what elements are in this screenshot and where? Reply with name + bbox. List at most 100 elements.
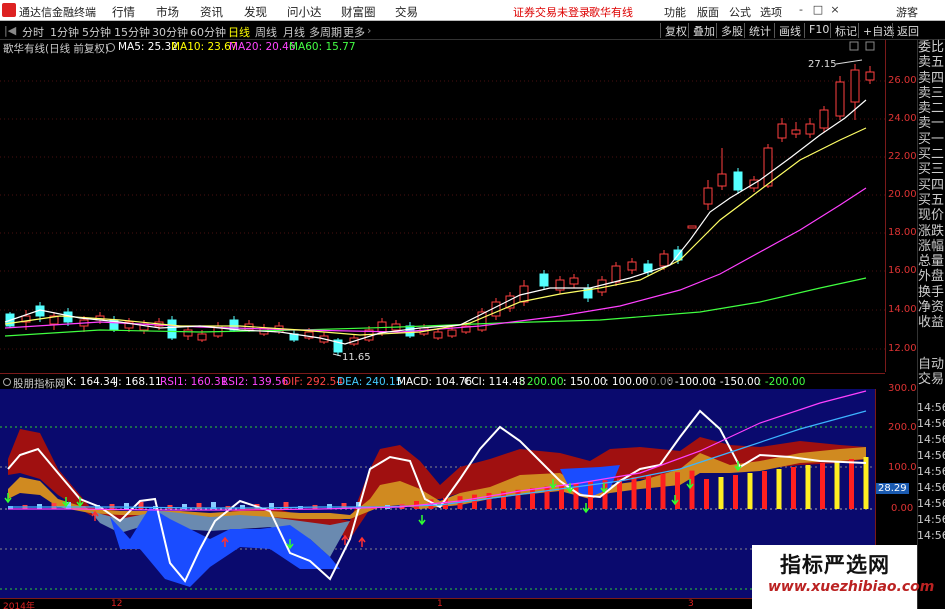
side-item-buy4[interactable]: 买四 [918,178,945,193]
side-item-sell3[interactable]: 卖三 [918,86,945,101]
date-label: 2014年 [3,602,35,609]
candle-body [627,261,637,271]
side-item-auto[interactable]: 自动 [918,357,945,372]
tab-daily[interactable]: 日线 [228,24,250,40]
adjust-button[interactable]: 复权 [660,23,691,38]
tab-60min[interactable]: 60分钟 [190,24,226,40]
overlay-button[interactable]: 叠加 [688,23,719,38]
side-item-price[interactable]: 现价 [918,208,945,223]
tab-more[interactable]: 更多 [343,24,365,40]
chevron-right-icon[interactable]: › [367,24,371,37]
menu-markets[interactable]: 市场 [156,4,179,20]
side-item-commission-ratio[interactable]: 委比 [918,40,945,55]
tab-5min[interactable]: 5分钟 [82,24,111,40]
tab-1min[interactable]: 1分钟 [50,24,79,40]
minimize-icon[interactable]: - [795,3,807,16]
user-guest[interactable]: 游客 [896,4,918,20]
multi-stock-button[interactable]: 多股 [716,23,747,38]
side-item-turnover[interactable]: 换手 [918,285,945,300]
time-stamp: 14:56 [917,401,945,414]
mark-button[interactable]: 标记 [830,23,861,38]
candle-body [819,109,829,129]
settings-circle-icon[interactable] [3,378,11,386]
candle-body [733,171,743,191]
macd-bar [776,469,782,509]
ind-label-neg150: : -150.00 [713,376,761,388]
side-item-net-assets[interactable]: 净资 [918,300,945,315]
tab-intraday[interactable]: 分时 [22,24,44,40]
macd-bar [530,488,535,509]
time-stamp: 14:56 [917,433,945,446]
price-tick: 22.00 [888,151,917,162]
side-item-buy1[interactable]: 买一 [918,132,945,147]
ma20-label: MA20: 20.46 [229,41,296,53]
macd-bar [733,475,738,509]
menu-news[interactable]: 资讯 [200,4,223,20]
macd-bar [124,503,129,509]
menu-options[interactable]: 选项 [760,4,782,20]
time-column: 14:56 14:56 14:56 14:56 14:56 14:56 14:5… [917,400,945,600]
indicator-chart[interactable] [0,389,875,598]
tab-multi-period[interactable]: 多周期 [309,24,342,40]
price-tick: 12.00 [888,343,917,354]
tab-weekly[interactable]: 周线 [255,24,277,40]
ma10-line [4,127,867,336]
statistics-button[interactable]: 统计 [744,23,775,38]
draw-line-button[interactable]: 画线 [774,23,805,38]
date-label: 3 [688,599,694,609]
menu-function[interactable]: 功能 [664,4,686,20]
close-icon[interactable]: × [829,3,841,16]
side-item-buy2[interactable]: 买二 [918,147,945,162]
price-tick: 18.00 [888,227,917,238]
date-label: 12 [111,599,123,609]
tab-30min[interactable]: 30分钟 [152,24,188,40]
side-item-volume[interactable]: 总量 [918,254,945,269]
side-item-earnings[interactable]: 收益 [918,315,945,330]
watermark-url: www.xuezhibiao.com [768,579,935,595]
login-status[interactable]: 证券交易未登录 [513,4,590,20]
time-stamp: 14:56 [917,449,945,462]
macd-bar [718,477,724,509]
menu-layout[interactable]: 版面 [697,4,719,20]
menu-wealth[interactable]: 财富圈 [341,4,376,20]
tab-15min[interactable]: 15分钟 [114,24,150,40]
ind-label-macd: MACD: 104.76 [397,376,473,388]
side-item-sell2[interactable]: 卖二 [918,101,945,116]
macd-bar [834,461,840,509]
maximize-icon[interactable]: □ [812,3,824,16]
side-item-sell5[interactable]: 卖五 [918,55,945,70]
tab-monthly[interactable]: 月线 [283,24,305,40]
current-value-badge: 28.29 [876,483,909,494]
price-tick: 14.00 [888,304,917,315]
price-tick: 24.00 [888,113,917,124]
back-button[interactable]: 返回 [892,23,923,38]
side-item-buy5[interactable]: 买五 [918,193,945,208]
side-item-sell4[interactable]: 卖四 [918,71,945,86]
side-item-trade[interactable]: 交易 [918,372,945,387]
menu-ask[interactable]: 问小达 [287,4,322,20]
side-item-sell1[interactable]: 卖一 [918,116,945,131]
time-stamp: 14:56 [917,465,945,478]
side-item-change-pct[interactable]: 涨幅 [918,239,945,254]
menu-discover[interactable]: 发现 [244,4,267,20]
side-item-change[interactable]: 涨跌 [918,224,945,239]
ind-label-k: K: 164.34 [66,376,117,388]
menu-market[interactable]: 行情 [112,4,135,20]
collapse-icon[interactable]: |◀ [4,24,16,37]
menu-formula[interactable]: 公式 [729,4,751,20]
svg-text:11.65: 11.65 [342,352,371,363]
macd-bar [791,467,796,509]
price-tick: 16.00 [888,265,917,276]
time-stamp: 14:56 [917,481,945,494]
candle-body [197,333,207,341]
settings-circle-icon[interactable] [106,43,115,52]
buy-arrow-icon [418,515,426,526]
candle-body [850,69,860,103]
side-item-outer-disk[interactable]: 外盘 [918,269,945,284]
f10-button[interactable]: F10 [804,23,833,38]
price-axis: 26.00 24.00 22.00 20.00 18.00 16.00 14.0… [885,40,917,372]
side-item-buy3[interactable]: 买三 [918,162,945,177]
kline-chart[interactable]: 27.15 11.65 [0,40,885,372]
watermark-title: 指标严选网 [780,553,890,577]
menu-trade[interactable]: 交易 [395,4,418,20]
